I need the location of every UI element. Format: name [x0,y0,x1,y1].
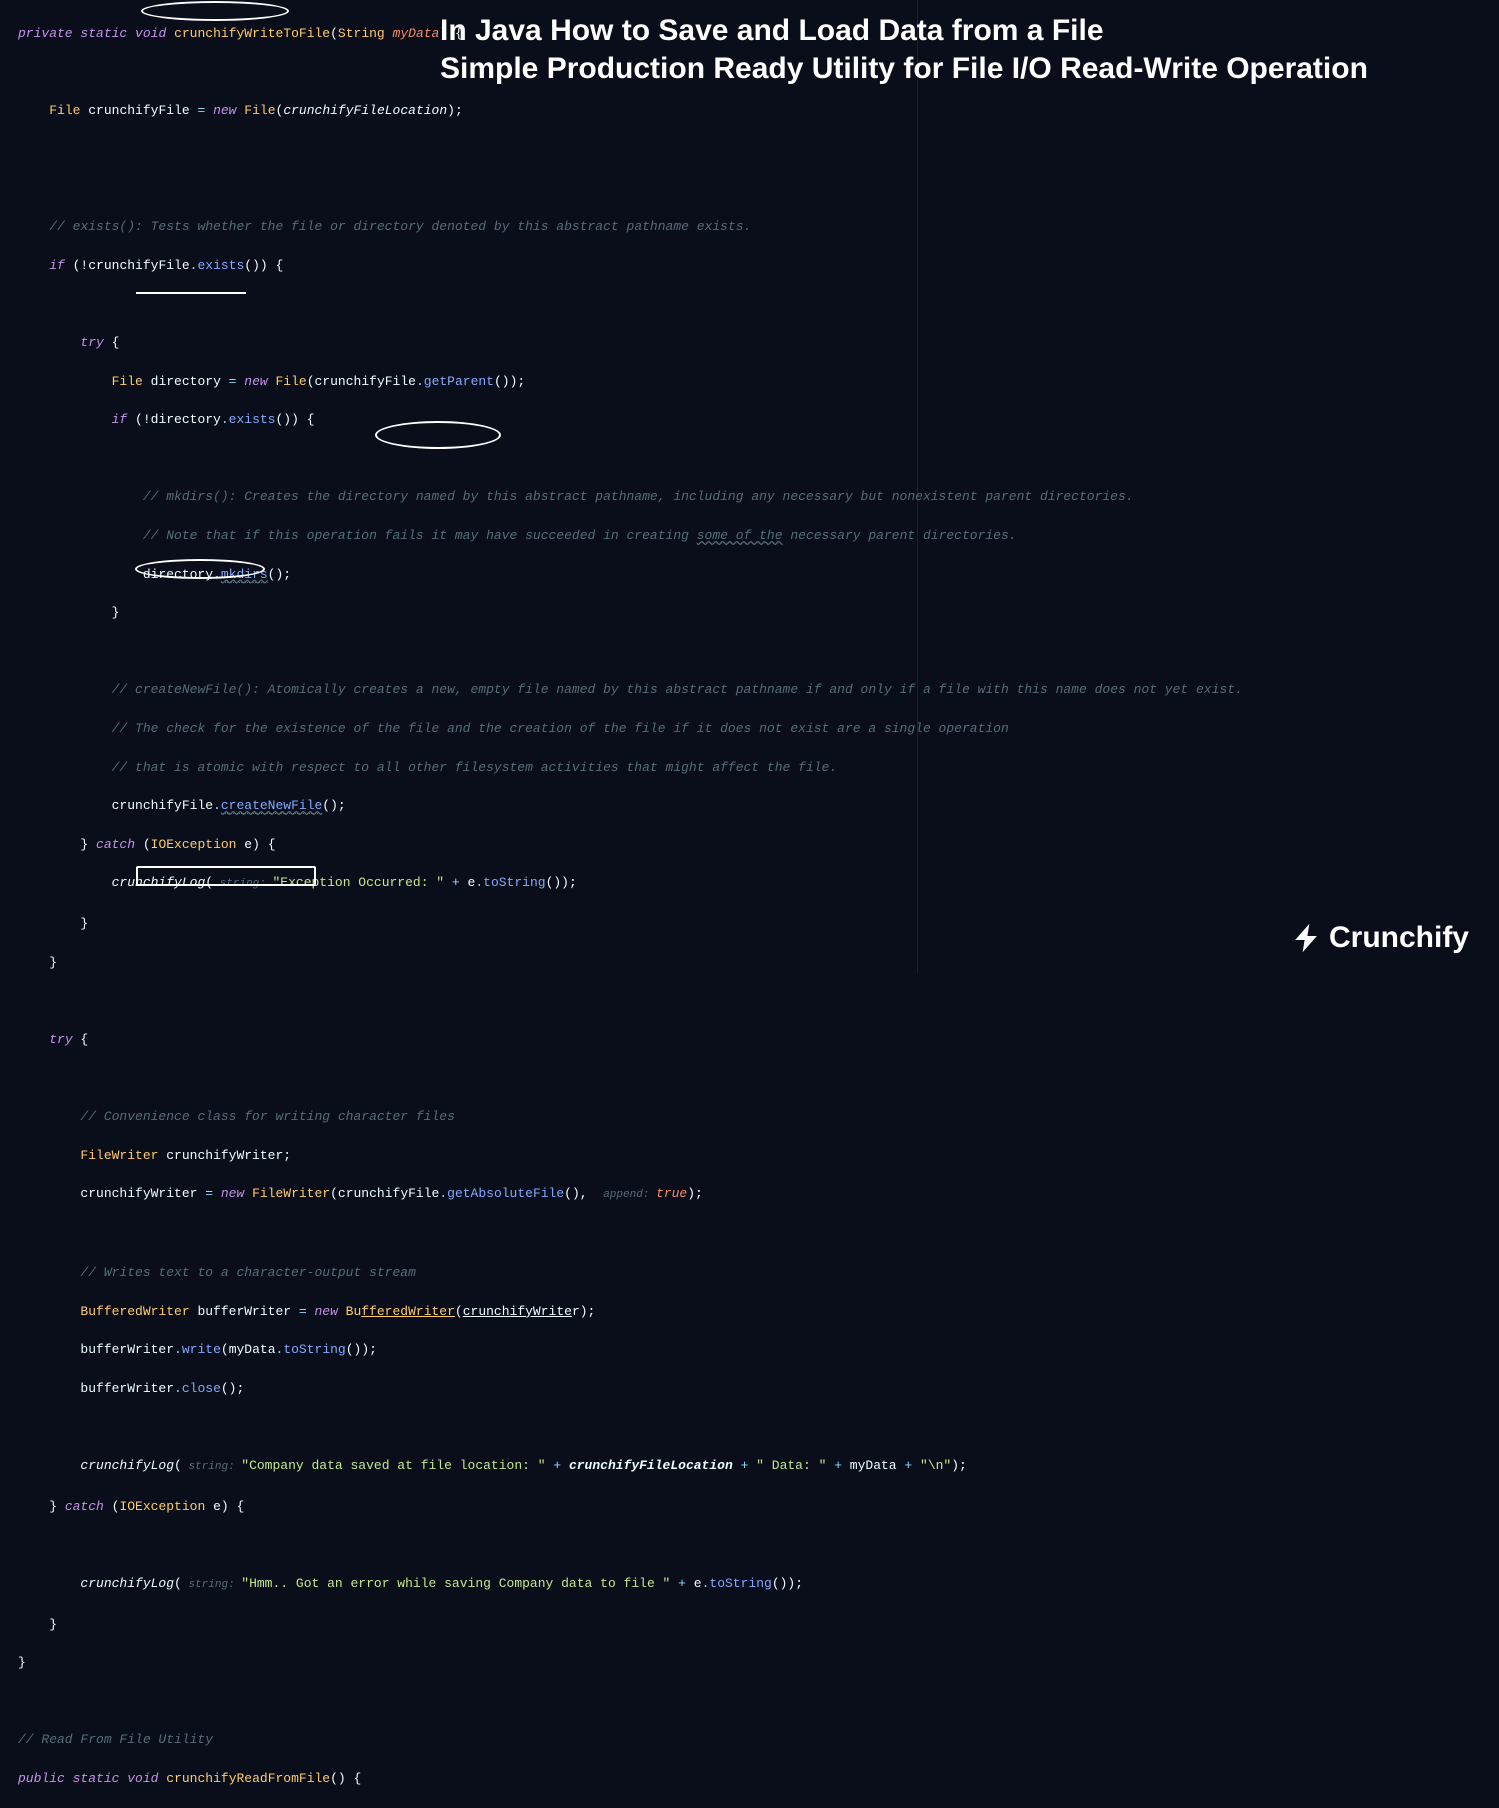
code-line: } catch (IOException e) { [18,835,1481,854]
code-line: directory.mkdirs(); [18,565,1481,584]
code-line: try { [18,1030,1481,1049]
title-line-1: In Java How to Save and Load Data from a… [440,12,1459,50]
annotation-underline-mkdirs [136,292,246,294]
code-line: // Read From File Utility [18,1730,1481,1749]
code-line: } [18,603,1481,622]
code-line: File directory = new File(crunchifyFile.… [18,372,1481,391]
brand-logo: Crunchify [1289,921,1469,955]
code-line: crunchifyLog( string: "Hmm.. Got an erro… [18,1574,1481,1595]
code-line: crunchifyFile.createNewFile(); [18,796,1481,815]
brand-text: Crunchify [1329,928,1469,947]
code-line: File crunchifyFile = new File(crunchifyF… [18,101,1481,120]
code-line: crunchifyLog( string: "Exception Occurre… [18,873,1481,894]
code-line: // createNewFile(): Atomically creates a… [18,680,1481,699]
code-line: // exists(): Tests whether the file or d… [18,217,1481,236]
article-title: In Java How to Save and Load Data from a… [440,12,1459,88]
code-line: crunchifyWriter = new FileWriter(crunchi… [18,1184,1481,1205]
code-editor: private static void crunchifyWriteToFile… [0,0,1499,1808]
code-line: } [18,1653,1481,1672]
code-line: crunchifyLog( string: "Company data save… [18,1456,1481,1477]
code-line: FileWriter crunchifyWriter; [18,1146,1481,1165]
code-line: public static void crunchifyReadFromFile… [18,1769,1481,1788]
code-line: // Note that if this operation fails it … [18,526,1481,545]
code-line: // Writes text to a character-output str… [18,1263,1481,1282]
title-line-2: Simple Production Ready Utility for File… [440,50,1459,88]
code-line: if (!directory.exists()) { [18,410,1481,429]
code-line: try { [18,333,1481,352]
code-line: bufferWriter.write(myData.toString()); [18,1340,1481,1359]
code-line: // The check for the existence of the fi… [18,719,1481,738]
code-line: } [18,1615,1481,1634]
code-line: } catch (IOException e) { [18,1497,1481,1516]
code-line: BufferedWriter bufferWriter = new Buffer… [18,1302,1481,1321]
code-line: // Convenience class for writing charact… [18,1107,1481,1126]
code-line: // that is atomic with respect to all ot… [18,758,1481,777]
code-line: } [18,953,1481,972]
code-line: bufferWriter.close(); [18,1379,1481,1398]
code-line: if (!crunchifyFile.exists()) { [18,256,1481,275]
code-line: } [18,914,1481,933]
brand-icon [1289,921,1323,955]
code-line: // mkdirs(): Creates the directory named… [18,487,1481,506]
